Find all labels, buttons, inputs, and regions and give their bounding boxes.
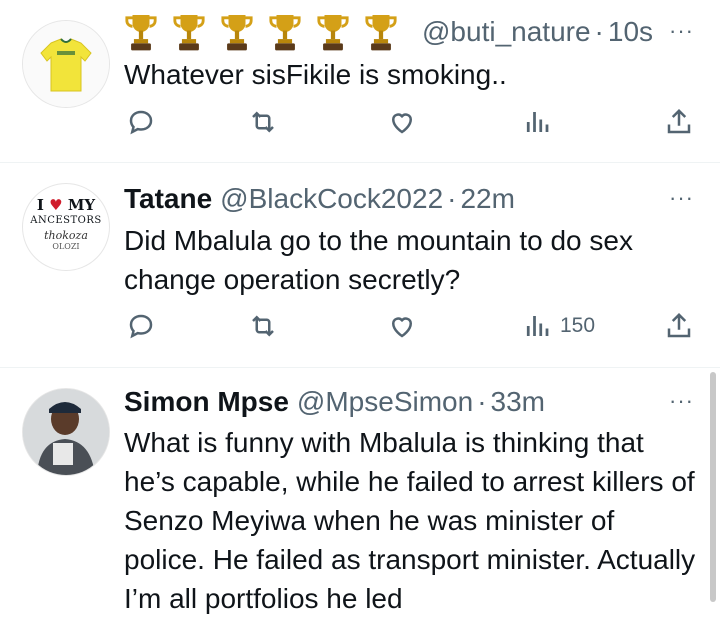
avatar-simon[interactable] xyxy=(22,388,110,476)
avatar-ancestors[interactable]: I ♥ MY ANCESTORS thokoza OLOZI xyxy=(22,183,110,271)
separator-dot: · xyxy=(594,16,604,47)
like-button[interactable] xyxy=(387,306,417,346)
avatar-text-ancestors: ANCESTORS xyxy=(30,215,102,226)
avatar-text-thokoza: thokoza xyxy=(44,229,88,242)
views-count: 150 xyxy=(560,314,596,337)
tweet-2[interactable]: I ♥ MY ANCESTORS thokoza OLOZI Tatane @B… xyxy=(0,163,720,367)
action-bar xyxy=(0,102,720,142)
more-icon[interactable]: ··· xyxy=(669,18,694,44)
reply-button[interactable] xyxy=(126,306,156,346)
more-icon[interactable]: ··· xyxy=(669,185,694,211)
scrollbar[interactable] xyxy=(710,372,716,602)
views-button[interactable] xyxy=(522,102,560,142)
tweet-timestamp[interactable]: 33m xyxy=(491,386,545,418)
tweet-handle[interactable]: @BlackCock2022 xyxy=(220,183,443,215)
retweet-button[interactable] xyxy=(248,306,278,346)
reply-button[interactable] xyxy=(126,102,156,142)
tweet-author-name[interactable]: Tatane xyxy=(124,183,212,215)
views-icon xyxy=(526,316,549,336)
tweet-handle[interactable]: @buti_nature xyxy=(422,16,591,48)
tweet-text: Whatever sisFikile is smoking.. xyxy=(124,59,507,90)
views-button[interactable]: 150 xyxy=(522,306,595,346)
reply-icon xyxy=(129,314,153,339)
avatar-text-olozi: OLOZI xyxy=(52,242,80,251)
trophy-icon xyxy=(125,15,157,51)
separator-dot: · xyxy=(447,183,457,214)
share-icon xyxy=(667,312,691,338)
share-button[interactable] xyxy=(664,102,694,142)
tweet-1[interactable]: @buti_nature · 10s ··· Whatever sisFikil… xyxy=(0,0,720,160)
retweet-icon xyxy=(252,315,274,337)
tweet-text: What is funny with Mbalula is thinking t… xyxy=(124,427,696,614)
reply-icon xyxy=(129,110,153,135)
like-icon xyxy=(391,317,413,338)
avatar-jersey[interactable] xyxy=(22,20,110,108)
separator-dot: · xyxy=(477,386,487,417)
avatar-text-my: MY xyxy=(67,196,96,214)
share-icon xyxy=(667,108,691,134)
heart-icon: ♥ xyxy=(49,196,63,214)
like-icon xyxy=(391,113,413,134)
trophy-row xyxy=(124,12,412,52)
tweet-timestamp[interactable]: 22m xyxy=(460,183,514,215)
more-icon[interactable]: ··· xyxy=(669,388,694,414)
action-bar: 150 xyxy=(0,306,720,346)
trophy-icon xyxy=(173,15,205,51)
avatar-text-i: I xyxy=(36,196,44,214)
retweet-button[interactable] xyxy=(248,102,278,142)
trophy-icon xyxy=(269,15,301,51)
tweet-timestamp[interactable]: 10s xyxy=(608,16,653,48)
tweet-author-name[interactable]: Simon Mpse xyxy=(124,386,289,418)
tweet-3[interactable]: Simon Mpse @MpseSimon · 33m ··· What is … xyxy=(0,368,720,614)
trophy-icon xyxy=(317,15,349,51)
retweet-icon xyxy=(252,111,274,133)
share-button[interactable] xyxy=(664,306,694,346)
tweet-text: Did Mbalula go to the mountain to do sex… xyxy=(124,225,633,295)
views-icon xyxy=(526,112,549,132)
tweet-handle[interactable]: @MpseSimon xyxy=(297,386,473,418)
like-button[interactable] xyxy=(387,102,417,142)
trophy-icon xyxy=(221,15,253,51)
trophy-icon xyxy=(365,15,397,51)
